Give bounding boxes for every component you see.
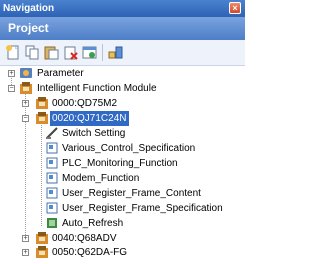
tree-node-child[interactable]: Modem_Function [0, 171, 245, 186]
collapse-toggle[interactable]: − [8, 85, 15, 92]
tree-node-label: Switch Setting [62, 128, 126, 139]
collapse-toggle[interactable]: − [22, 115, 29, 122]
tree-node-label: User_Register_Frame_Specification [62, 203, 223, 214]
tree-node-child[interactable]: User_Register_Frame_Specification [0, 201, 245, 216]
parameter-sheet-icon [45, 171, 59, 185]
parameter-sheet-icon [45, 186, 59, 200]
title-bar: Navigation × [0, 0, 245, 17]
tree-node-label: Intelligent Function Module [37, 83, 157, 94]
tree-node-label: Parameter [37, 68, 84, 79]
tree-node-parameter[interactable]: + Parameter [0, 66, 245, 81]
module-icon [35, 111, 49, 125]
delete-icon[interactable] [62, 44, 79, 61]
tree-node-module[interactable]: + 0040:Q68ADV [0, 231, 245, 246]
tree-node-label: PLC_Monitoring_Function [62, 158, 178, 169]
find-icon[interactable] [107, 44, 124, 61]
paste-icon[interactable] [43, 44, 60, 61]
tree-node-module[interactable]: + 0000:QD75M2 [0, 96, 245, 111]
project-header-label: Project [8, 21, 49, 35]
tree-node-label: Various_Control_Specification [62, 143, 196, 154]
module-icon [35, 231, 49, 245]
tree-node-label: Modem_Function [62, 173, 140, 184]
tree-node-label: 0000:QD75M2 [52, 98, 118, 109]
copy-icon[interactable] [24, 44, 41, 61]
tree-node-label: 0020:QJ71C24N [50, 111, 129, 126]
tree-node-module[interactable]: + 0050:Q62DA-FG [0, 245, 245, 260]
switch-setting-icon [45, 126, 59, 140]
toolbar-separator [102, 44, 103, 61]
project-header: Project [0, 17, 245, 40]
tree-node-label: Auto_Refresh [62, 218, 124, 229]
parameter-sheet-icon [45, 156, 59, 170]
expand-toggle[interactable]: + [8, 70, 15, 77]
module-folder-icon [19, 81, 33, 95]
module-icon [35, 245, 49, 259]
new-data-icon[interactable] [5, 44, 22, 61]
window-title: Navigation [3, 3, 55, 14]
parameter-sheet-icon [45, 141, 59, 155]
tree-node-label: 0040:Q68ADV [52, 233, 117, 244]
tree-node-child[interactable]: PLC_Monitoring_Function [0, 156, 245, 171]
parameter-icon [19, 66, 33, 80]
close-button[interactable]: × [229, 2, 241, 14]
expand-toggle[interactable]: + [22, 235, 29, 242]
expand-toggle[interactable]: + [22, 100, 29, 107]
tree-node-module-selected[interactable]: − 0020:QJ71C24N [0, 111, 245, 126]
module-icon [35, 96, 49, 110]
toolbar [0, 40, 245, 66]
tree-node-auto-refresh[interactable]: Auto_Refresh [0, 216, 245, 231]
tree-node-child[interactable]: Various_Control_Specification [0, 141, 245, 156]
project-tree: + Parameter − Intelligent Function Modul… [0, 66, 245, 258]
tree-node-label: User_Register_Frame_Content [62, 188, 201, 199]
tree-node-label: 0050:Q62DA-FG [52, 247, 128, 258]
properties-icon[interactable] [81, 44, 98, 61]
tree-node-intelligent-function-module[interactable]: − Intelligent Function Module [0, 81, 245, 96]
tree-node-switch-setting[interactable]: Switch Setting [0, 126, 245, 141]
expand-toggle[interactable]: + [22, 249, 29, 256]
parameter-sheet-icon [45, 201, 59, 215]
auto-refresh-icon [45, 216, 59, 230]
tree-node-child[interactable]: User_Register_Frame_Content [0, 186, 245, 201]
